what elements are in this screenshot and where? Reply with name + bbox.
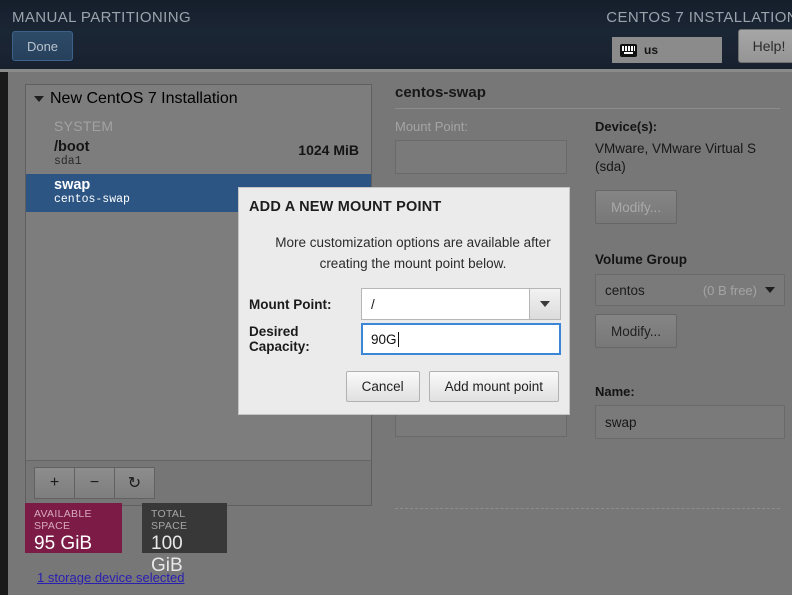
available-space-caption: AVAILABLE SPACE [34,508,92,532]
available-space-box: AVAILABLE SPACE 95 GiB [25,503,122,554]
partition-group-header[interactable]: New CentOS 7 Installation [26,85,371,113]
add-mount-point-button[interactable]: Add mount point [428,371,559,402]
name-field[interactable]: swap [595,405,785,439]
cancel-button[interactable]: Cancel [345,371,420,402]
add-partition-button[interactable]: + [34,467,75,499]
partition-group-label: New CentOS 7 Installation [50,90,238,107]
dialog-capacity-label: Desired Capacity: [249,324,310,354]
dialog-mount-point-label: Mount Point: [249,296,332,312]
volume-group-select[interactable]: centos (0 B free) [595,274,785,306]
total-space-box: TOTAL SPACE 100 GiB [142,503,227,576]
name-label: Name: [595,384,635,399]
left-rail [0,72,8,595]
dialog-mount-point-value: / [371,296,375,312]
dialog-capacity-row: Desired Capacity: 90G [249,323,561,355]
done-button[interactable]: Done [12,31,73,61]
volume-group-free: (0 B free) [702,282,757,298]
dialog-mount-point-combo[interactable]: / [361,288,561,320]
mount-point-field[interactable] [395,140,567,174]
partition-size: 1024 MiB [298,142,359,158]
detail-title: centos-swap [395,84,780,109]
partition-section-label: SYSTEM [54,118,114,134]
page-title: MANUAL PARTITIONING [12,9,192,26]
modify-volume-group-button[interactable]: Modify... [595,314,677,348]
chevron-down-icon [540,301,550,307]
devices-value: VMware, VMware Virtual S (sda) [595,141,757,174]
chevron-down-icon [34,96,44,102]
keyboard-layout-label: us [644,43,659,57]
available-space-value: 95 GiB [34,533,93,554]
devices-label: Device(s): [595,119,658,134]
keyboard-layout-indicator[interactable]: us [612,37,722,63]
dialog-description: More customization options are available… [275,235,551,271]
chevron-down-icon [765,287,775,293]
modify-devices-button[interactable]: Modify... [595,190,677,224]
remove-partition-button[interactable]: − [74,467,115,499]
refresh-icon[interactable]: ↻ [114,467,155,499]
keyboard-icon [620,43,637,57]
dialog-mount-point-row: Mount Point: / [249,288,561,320]
total-space-caption: TOTAL SPACE [151,508,188,532]
add-mount-point-dialog: ADD A NEW MOUNT POINT More customization… [238,187,570,415]
detail-column-right: Device(s): VMware, VMware Virtual S (sda… [595,119,785,439]
installer-window: MANUAL PARTITIONING CENTOS 7 INSTALLATIO… [0,0,792,595]
mount-point-label: Mount Point: [395,119,468,134]
dropdown-button[interactable] [529,289,560,319]
storage-device-link[interactable]: 1 storage device selected [37,570,184,585]
dialog-capacity-value: 90G [371,331,397,347]
section-divider [395,508,780,509]
dialog-capacity-input[interactable]: 90G [361,323,561,355]
volume-group-value: centos [605,282,645,298]
app-header: MANUAL PARTITIONING CENTOS 7 INSTALLATIO… [0,0,792,72]
dialog-title: ADD A NEW MOUNT POINT [249,199,442,215]
dialog-button-bar: Cancel Add mount point [345,371,559,402]
help-button[interactable]: Help! [738,29,792,63]
product-title: CENTOS 7 INSTALLATION [606,9,792,26]
volume-group-label: Volume Group [595,252,688,267]
text-cursor [397,331,399,347]
partitions-toolbar: + − ↻ [26,460,371,505]
table-row[interactable]: /boot sda1 1024 MiB [26,136,371,174]
